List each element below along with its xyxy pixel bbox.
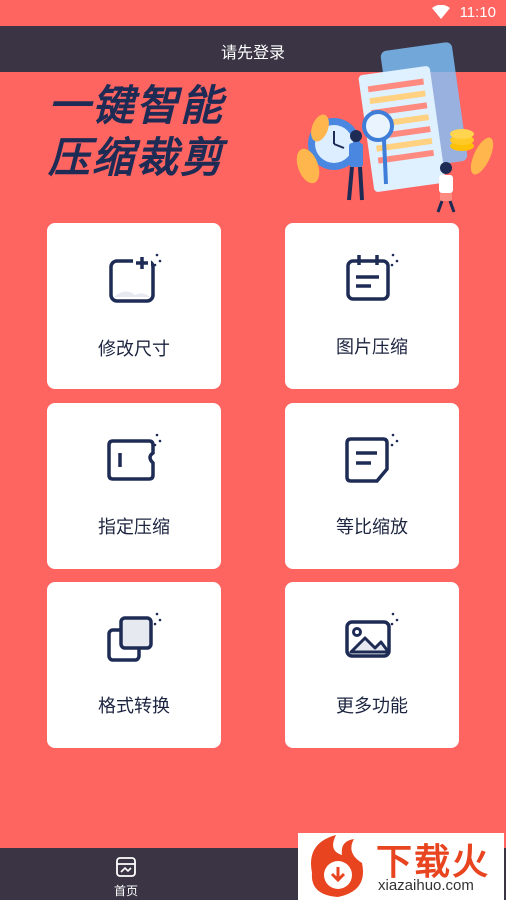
banner-headline: 一键智能 压缩裁剪 — [48, 80, 288, 184]
document-icon — [345, 433, 399, 483]
image-icon — [345, 612, 399, 658]
ticket-compress-icon — [107, 433, 162, 481]
feature-card-format-convert[interactable]: 格式转换 — [47, 582, 221, 748]
wifi-icon — [432, 5, 450, 19]
feature-label: 更多功能 — [336, 696, 408, 716]
flame-logo-icon — [311, 835, 363, 897]
calendar-note-icon — [346, 253, 399, 301]
feature-label: 图片压缩 — [336, 337, 408, 357]
status-bar: 11:10 — [0, 0, 506, 26]
headline-line-2: 压缩裁剪 — [48, 133, 225, 182]
feature-card-image-compress[interactable]: 图片压缩 — [285, 223, 459, 389]
feature-label: 格式转换 — [98, 696, 170, 716]
feature-label: 等比缩放 — [336, 517, 408, 537]
watermark: 下载火 xiazaihuo.com — [298, 833, 504, 900]
tab-home-label: 首页 — [113, 884, 138, 898]
banner: 一键智能 压缩裁剪 — [0, 42, 506, 222]
status-time: 11:10 — [459, 4, 496, 21]
tab-home[interactable]: 首页 — [96, 852, 156, 898]
banner-illustration — [296, 42, 494, 213]
feature-card-specified-compress[interactable]: 指定压缩 — [47, 403, 221, 569]
feature-label: 指定压缩 — [98, 517, 170, 537]
feature-card-more[interactable]: 更多功能 — [285, 582, 459, 748]
headline-line-1: 一键智能 — [48, 81, 225, 130]
feature-label: 修改尺寸 — [98, 339, 170, 359]
copy-layers-icon — [107, 612, 162, 662]
watermark-url: xiazaihuo.com — [378, 877, 474, 894]
home-tab-icon — [116, 857, 136, 877]
feature-card-proportional-scale[interactable]: 等比缩放 — [285, 403, 459, 569]
resize-icon — [109, 253, 162, 303]
feature-card-resize[interactable]: 修改尺寸 — [47, 223, 221, 389]
